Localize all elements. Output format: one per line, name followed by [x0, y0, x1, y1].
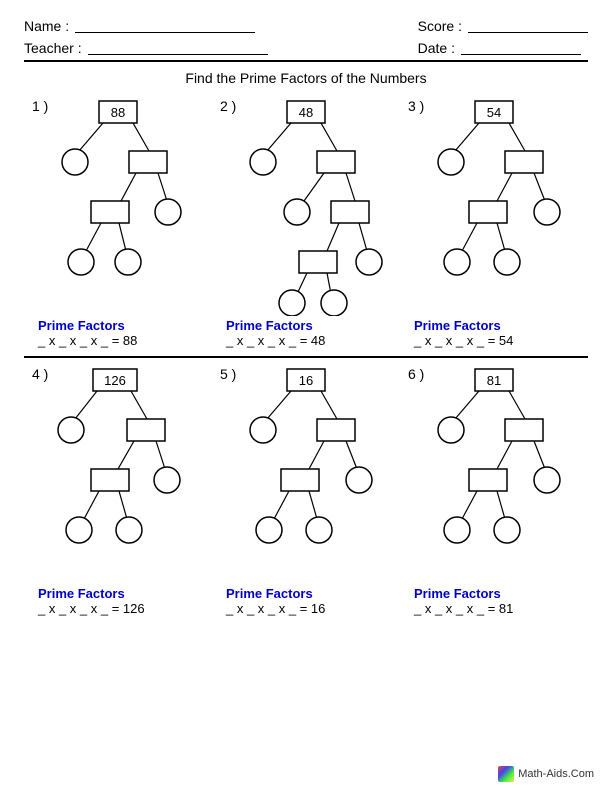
- node-1c[interactable]: [91, 201, 129, 223]
- svg-text:126: 126: [104, 373, 126, 388]
- watermark-icon: [498, 766, 514, 782]
- problem-1-num: 1 ): [32, 98, 48, 114]
- problem-6-num: 6 ): [408, 366, 424, 382]
- circle-1a[interactable]: [62, 149, 88, 175]
- tree-1: 88: [31, 96, 206, 316]
- date-input[interactable]: [461, 41, 581, 55]
- prime-label-3: Prime Factors: [414, 318, 501, 333]
- header-right: Score : Date :: [418, 18, 588, 56]
- problem-5-footer: Prime Factors _ x _ x _ x _ = 16: [214, 584, 398, 616]
- problems-row-1: 1 ) 88: [24, 92, 588, 350]
- equation-6: _ x _ x _ x _ = 81: [414, 601, 513, 616]
- teacher-label: Teacher :: [24, 40, 82, 56]
- node-1b[interactable]: [129, 151, 167, 173]
- name-input[interactable]: [75, 19, 255, 33]
- tree-2: 48: [219, 96, 394, 316]
- problem-3: 3 ) 54 Prime Factors _ x _ x _ x _ = 5: [400, 92, 588, 350]
- score-line: Score :: [418, 18, 588, 34]
- svg-text:54: 54: [486, 105, 500, 120]
- prime-label-1: Prime Factors: [38, 318, 125, 333]
- tree-5: 16: [219, 364, 394, 584]
- watermark-text: Math-Aids.Com: [518, 768, 594, 780]
- problem-1-footer: Prime Factors _ x _ x _ x _ = 88: [26, 316, 210, 348]
- node-88-label: 88: [110, 105, 124, 120]
- teacher-input[interactable]: [88, 41, 268, 55]
- svg-text:48: 48: [298, 105, 312, 120]
- problem-3-footer: Prime Factors _ x _ x _ x _ = 54: [402, 316, 586, 348]
- header-divider: [24, 60, 588, 62]
- section-divider: [24, 356, 588, 358]
- problem-3-num: 3 ): [408, 98, 424, 114]
- equation-1: _ x _ x _ x _ = 88: [38, 333, 137, 348]
- watermark: Math-Aids.Com: [498, 766, 594, 782]
- page-title: Find the Prime Factors of the Numbers: [24, 70, 588, 86]
- equation-4: _ x _ x _ x _ = 126: [38, 601, 145, 616]
- date-label: Date :: [418, 40, 455, 56]
- page: Name : Teacher : Score : Date : Find the…: [0, 0, 612, 792]
- name-line: Name :: [24, 18, 268, 34]
- name-label: Name :: [24, 18, 69, 34]
- problem-4-footer: Prime Factors _ x _ x _ x _ = 126: [26, 584, 210, 616]
- header: Name : Teacher : Score : Date :: [24, 18, 588, 56]
- problem-5-num: 5 ): [220, 366, 236, 382]
- problem-4-num: 4 ): [32, 366, 48, 382]
- tree-4: 126: [31, 364, 206, 584]
- tree-3: 54: [407, 96, 582, 316]
- problems-row-2: 4 ) 126 Prime Factors _ x _ x _ x _ =: [24, 360, 588, 618]
- prime-label-4: Prime Factors: [38, 586, 125, 601]
- problem-2-num: 2 ): [220, 98, 236, 114]
- problem-5: 5 ) 16 Prime Factors _ x _ x _ x _ = 1: [212, 360, 400, 618]
- equation-3: _ x _ x _ x _ = 54: [414, 333, 513, 348]
- score-label: Score :: [418, 18, 462, 34]
- equation-2: _ x _ x _ x _ = 48: [226, 333, 325, 348]
- problem-2-footer: Prime Factors _ x _ x _ x _ = 48: [214, 316, 398, 348]
- problem-6: 6 ) 81 Prime Factors _ x _ x _ x _ = 8: [400, 360, 588, 618]
- tree-6: 81: [407, 364, 582, 584]
- svg-text:16: 16: [298, 373, 312, 388]
- prime-label-6: Prime Factors: [414, 586, 501, 601]
- problem-2: 2 ) 48: [212, 92, 400, 350]
- problem-6-footer: Prime Factors _ x _ x _ x _ = 81: [402, 584, 586, 616]
- svg-text:81: 81: [486, 373, 500, 388]
- date-line: Date :: [418, 40, 588, 56]
- teacher-line: Teacher :: [24, 40, 268, 56]
- problem-4: 4 ) 126 Prime Factors _ x _ x _ x _ =: [24, 360, 212, 618]
- equation-5: _ x _ x _ x _ = 16: [226, 601, 325, 616]
- circle-1f[interactable]: [115, 249, 141, 275]
- prime-label-2: Prime Factors: [226, 318, 313, 333]
- prime-label-5: Prime Factors: [226, 586, 313, 601]
- circle-1e[interactable]: [68, 249, 94, 275]
- problem-1: 1 ) 88: [24, 92, 212, 350]
- header-left: Name : Teacher :: [24, 18, 268, 56]
- circle-1d[interactable]: [155, 199, 181, 225]
- score-input[interactable]: [468, 19, 588, 33]
